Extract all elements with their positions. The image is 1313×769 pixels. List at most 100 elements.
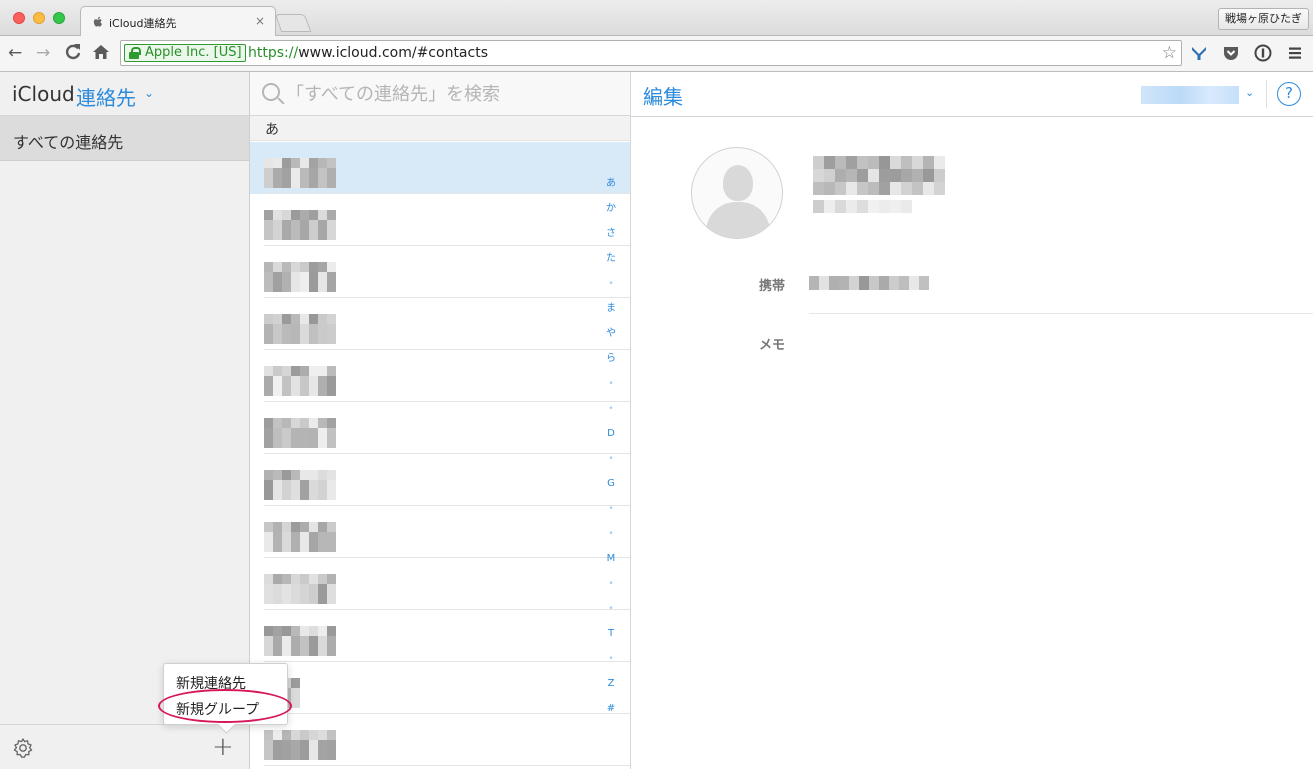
ev-label: Apple Inc. [US] (145, 45, 242, 60)
minimize-window-button[interactable] (33, 12, 45, 24)
contact-name-redacted (264, 418, 336, 448)
contact-name-redacted (264, 210, 336, 240)
tab-close-button[interactable]: × (255, 14, 265, 28)
index-letter[interactable]: • (604, 378, 618, 390)
contact-name-redacted (264, 626, 336, 656)
new-contact-menu-item[interactable]: 新規連絡先 (176, 673, 246, 693)
sidebar-header: iCloud 連絡先 ⌄ (0, 72, 249, 116)
contact-row[interactable] (250, 246, 630, 298)
browser-tab[interactable]: iCloud連絡先 × (80, 6, 276, 37)
address-bar[interactable]: Apple Inc. [US] https://www.icloud.com/#… (120, 40, 1182, 66)
chevron-down-icon[interactable]: ⌄ (1245, 86, 1254, 99)
avatar (691, 147, 783, 239)
index-letter[interactable]: • (604, 578, 618, 590)
group-label: すべての連絡先 (13, 133, 124, 152)
index-letter[interactable]: • (604, 528, 618, 540)
contact-name-redacted (813, 156, 945, 213)
contact-name-redacted (264, 522, 336, 552)
index-letter[interactable]: さ (604, 228, 618, 240)
contact-name-redacted (264, 574, 336, 604)
account-name-redacted[interactable] (1141, 86, 1239, 104)
index-letter[interactable]: G (604, 478, 618, 490)
search-icon (262, 83, 280, 101)
index-letter[interactable]: あ (604, 178, 618, 190)
bookmark-star-icon[interactable]: ☆ (1162, 43, 1177, 63)
index-letter[interactable]: • (604, 453, 618, 465)
index-letter[interactable]: や (604, 328, 618, 340)
index-letter[interactable]: M (604, 553, 618, 565)
contact-row[interactable] (250, 610, 630, 662)
index-letter[interactable]: • (604, 503, 618, 515)
contact-name-redacted (264, 314, 336, 344)
sidebar-footer: + (0, 724, 249, 769)
reload-icon (65, 44, 81, 60)
index-letter[interactable]: た (604, 253, 618, 265)
extension-y-icon[interactable] (1190, 44, 1208, 62)
section-header: あ (250, 116, 630, 141)
onepassword-icon[interactable] (1254, 44, 1272, 62)
reload-button[interactable] (64, 43, 82, 66)
contact-row[interactable] (250, 662, 630, 714)
index-letter[interactable]: • (604, 403, 618, 415)
contact-row[interactable] (250, 298, 630, 350)
contact-list: あ あかさた • まやら • • D • G • • M • • T • Z # (250, 72, 631, 769)
detail-header: 編集 ⌄ ? (631, 72, 1313, 117)
contact-row[interactable] (250, 194, 630, 246)
plus-icon[interactable]: + (212, 734, 234, 760)
contact-row[interactable] (250, 350, 630, 402)
search-bar (250, 72, 630, 116)
index-letter[interactable]: か (604, 203, 618, 215)
home-icon (93, 45, 109, 59)
gear-icon[interactable] (12, 737, 34, 763)
contact-name-redacted (264, 262, 336, 292)
index-letter[interactable]: • (604, 278, 618, 290)
index-letter[interactable]: Z (604, 678, 618, 690)
help-icon[interactable]: ? (1277, 82, 1301, 106)
browser-toolbar: ← → Apple Inc. [US] https://www.icloud.c… (0, 36, 1313, 72)
back-button[interactable]: ← (8, 43, 22, 63)
pocket-icon[interactable] (1222, 44, 1240, 62)
zoom-window-button[interactable] (53, 12, 65, 24)
new-group-menu-item[interactable]: 新規グループ (176, 699, 259, 719)
contact-row[interactable] (250, 506, 630, 558)
index-letter[interactable]: T (604, 628, 618, 640)
search-input[interactable] (286, 80, 616, 108)
contact-row[interactable] (250, 454, 630, 506)
contact-name-redacted (264, 730, 336, 760)
ev-certificate-badge[interactable]: Apple Inc. [US] (124, 44, 246, 62)
url-host-path: www.icloud.com/#contacts (298, 45, 488, 61)
phone-value-redacted (809, 276, 929, 290)
edit-button[interactable]: 編集 (643, 81, 683, 110)
tab-title: iCloud連絡先 (109, 17, 177, 30)
group-item-all-contacts[interactable]: すべての連絡先 (0, 116, 249, 161)
contact-name-redacted (264, 366, 336, 396)
contact-row[interactable] (250, 142, 630, 194)
index-letter[interactable]: D (604, 428, 618, 440)
close-window-button[interactable] (13, 12, 25, 24)
divider (1266, 80, 1267, 108)
app-name: iCloud (12, 82, 75, 106)
index-letter[interactable]: • (604, 603, 618, 615)
index-letter[interactable]: ら (604, 353, 618, 365)
app-switcher[interactable]: 連絡先 (76, 82, 136, 111)
contact-detail: 編集 ⌄ ? 携帯 メモ (631, 72, 1313, 769)
apple-icon (93, 16, 103, 28)
field-label-mobile: 携帯 (759, 279, 786, 294)
contact-name-redacted (264, 158, 336, 188)
url-text[interactable]: https://www.icloud.com/#contacts (248, 45, 488, 61)
contact-row[interactable] (250, 714, 630, 766)
contact-row[interactable] (250, 558, 630, 610)
chevron-down-icon[interactable]: ⌄ (144, 86, 154, 100)
profile-button[interactable]: 戦場ヶ原ひたぎ (1218, 8, 1309, 30)
avatar-body (706, 202, 770, 238)
chrome-menu-icon[interactable] (1286, 44, 1304, 62)
row-divider (264, 765, 630, 766)
index-letter[interactable]: • (604, 653, 618, 665)
contact-row[interactable] (250, 402, 630, 454)
new-tab-button[interactable] (274, 14, 312, 32)
forward-button[interactable]: → (36, 43, 50, 63)
index-letter[interactable]: # (604, 703, 618, 715)
index-letter[interactable]: ま (604, 303, 618, 315)
section-header-label: あ (265, 122, 279, 138)
home-button[interactable] (92, 43, 110, 66)
